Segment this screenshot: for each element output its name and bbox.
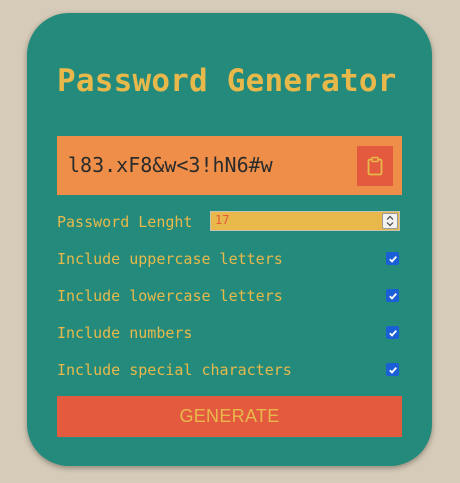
special-characters-label: Include special characters	[57, 361, 292, 379]
length-spinner[interactable]	[382, 213, 398, 229]
uppercase-checkbox[interactable]	[386, 252, 399, 265]
numbers-option-row: Include numbers	[57, 322, 402, 344]
password-result-box: l83.xF8&w<3!hN6#w	[57, 136, 402, 195]
lowercase-option-row: Include lowercase letters	[57, 285, 402, 307]
lowercase-label: Include lowercase letters	[57, 287, 283, 305]
lowercase-checkbox[interactable]	[386, 289, 399, 302]
checkmark-icon	[388, 292, 397, 300]
clipboard-icon	[367, 156, 383, 176]
uppercase-option-row: Include uppercase letters	[57, 248, 402, 270]
checkmark-icon	[388, 329, 397, 337]
checkmark-icon	[388, 366, 397, 374]
page-title: Password Generator	[57, 63, 397, 99]
checkmark-icon	[388, 255, 397, 263]
password-length-row: Password Lenght 17	[57, 211, 402, 233]
numbers-label: Include numbers	[57, 324, 193, 342]
special-characters-option-row: Include special characters	[57, 359, 402, 381]
password-output: l83.xF8&w<3!hN6#w	[68, 153, 273, 177]
password-length-label: Password Lenght	[57, 213, 193, 231]
copy-to-clipboard-button[interactable]	[357, 146, 393, 186]
password-length-input[interactable]: 17	[210, 211, 400, 231]
special-characters-checkbox[interactable]	[386, 363, 399, 376]
password-generator-card: Password Generator l83.xF8&w<3!hN6#w Pas…	[27, 13, 432, 466]
uppercase-label: Include uppercase letters	[57, 250, 283, 268]
numbers-checkbox[interactable]	[386, 326, 399, 339]
generate-button[interactable]: GENERATE	[57, 396, 402, 437]
chevron-down-icon[interactable]	[386, 221, 394, 227]
password-length-value: 17	[215, 213, 230, 227]
